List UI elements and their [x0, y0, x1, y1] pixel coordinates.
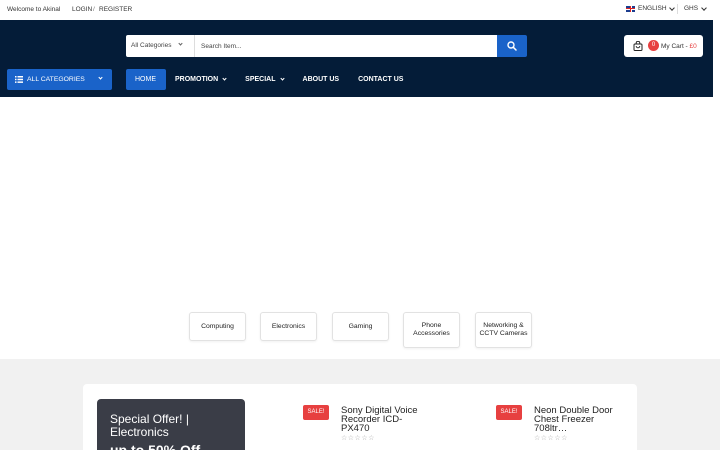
chevron-down-icon: [701, 4, 707, 11]
search-button[interactable]: [497, 35, 527, 57]
all-categories-button[interactable]: ALL CATEGORIES: [7, 69, 112, 90]
currency-selector[interactable]: GHS: [684, 4, 707, 12]
star-rating: ☆☆☆☆☆: [341, 435, 375, 442]
category-select-value: All Categories: [131, 42, 172, 49]
product-name[interactable]: Sony Digital Voice Recorder ICD-PX470: [341, 406, 429, 434]
top-bar: Welcome to Akinal LOGIN / REGISTER ENGLI…: [0, 0, 720, 20]
category-tile-label: Phone Accessories: [413, 322, 450, 337]
search-icon: [507, 41, 517, 51]
nav-promotion-label: PROMOTION: [175, 76, 219, 83]
search-input[interactable]: [195, 35, 497, 57]
nav-home[interactable]: HOME: [126, 69, 166, 90]
cart-amount: £0: [689, 43, 697, 50]
category-tile-phone-accessories[interactable]: Phone Accessories: [403, 312, 460, 348]
list-icon: [15, 76, 23, 83]
all-categories-label: ALL CATEGORIES: [27, 76, 85, 83]
nav-about-us[interactable]: ABOUT US: [294, 69, 350, 90]
login-link[interactable]: LOGIN: [72, 6, 92, 13]
language-selector[interactable]: ENGLISH: [626, 4, 675, 12]
nav-contact-us-label: CONTACT US: [358, 76, 404, 83]
star-rating: ☆☆☆☆☆: [534, 435, 568, 442]
category-tile-gaming[interactable]: Gaming: [332, 312, 389, 341]
language-label: ENGLISH: [638, 5, 667, 12]
chevron-down-icon: [222, 76, 227, 81]
main-nav: HOME PROMOTION SPECIAL ABOUT US CONTACT …: [126, 69, 413, 90]
category-tile-networking[interactable]: Networking & CCTV Cameras: [475, 312, 532, 348]
category-tile-label: Electronics: [271, 322, 306, 330]
category-tile-electronics[interactable]: Electronics: [260, 312, 317, 341]
chevron-down-icon: [178, 41, 183, 46]
offer-subtitle: up to 50% Off: [110, 442, 201, 450]
nav-special[interactable]: SPECIAL: [236, 69, 293, 90]
topbar-divider: [677, 4, 678, 14]
shopping-bag-icon: [633, 41, 643, 51]
register-link[interactable]: REGISTER: [99, 6, 132, 13]
welcome-text: Welcome to Akinal: [7, 6, 61, 13]
sale-badge: SALE!: [496, 405, 522, 420]
chevron-down-icon: [98, 75, 103, 80]
chevron-down-icon: [668, 4, 675, 11]
category-select[interactable]: All Categories: [126, 35, 195, 57]
category-tile-label: Networking & CCTV Cameras: [479, 322, 528, 337]
uk-flag-icon: [626, 5, 635, 12]
product-name[interactable]: Neon Double Door Chest Freezer 708ltr…: [534, 406, 622, 434]
cart-button[interactable]: 0 My Cart - £0: [624, 35, 703, 57]
category-tiles: Computing Electronics Gaming Phone Acces…: [0, 312, 720, 350]
nav-about-us-label: ABOUT US: [302, 76, 340, 83]
main-header: All Categories 0 My Cart - £0 ALL CATEGO…: [0, 20, 713, 97]
category-tile-label: Computing: [201, 322, 234, 330]
cart-count-badge: 0: [648, 40, 659, 51]
cart-label-text: My Cart -: [661, 43, 690, 50]
sale-badge: SALE!: [303, 405, 329, 420]
nav-special-label: SPECIAL: [245, 76, 276, 83]
category-tile-computing[interactable]: Computing: [189, 312, 246, 341]
cart-label: My Cart - £0: [661, 43, 697, 50]
category-tile-label: Gaming: [348, 322, 373, 330]
chevron-down-icon: [279, 76, 285, 81]
offer-title: Special Offer! | Electronics: [110, 412, 189, 439]
currency-label: GHS: [684, 5, 699, 12]
nav-contact-us[interactable]: CONTACT US: [349, 69, 413, 90]
nav-promotion[interactable]: PROMOTION: [166, 69, 236, 90]
special-offer-banner[interactable]: Special Offer! | Electronics up to 50% O…: [97, 399, 245, 450]
nav-home-label: HOME: [135, 76, 156, 83]
login-register-separator: /: [93, 6, 95, 13]
